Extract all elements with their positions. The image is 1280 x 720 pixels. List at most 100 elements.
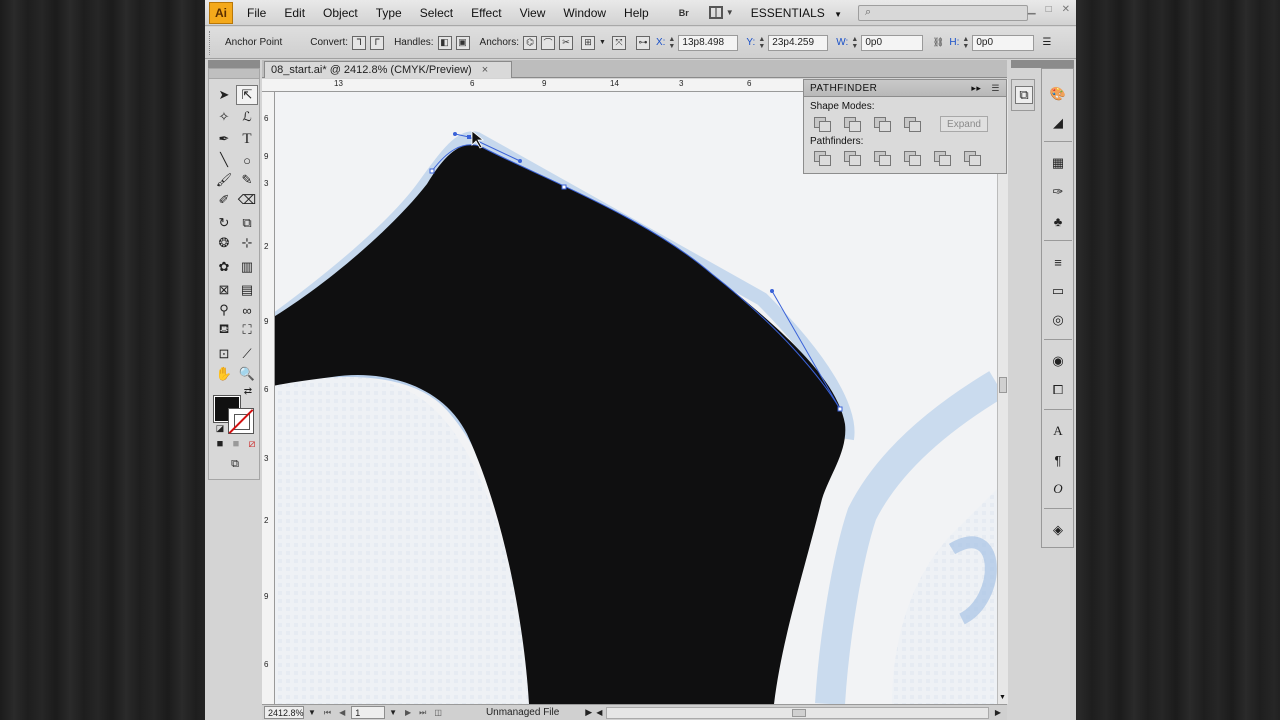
control-bar-menu-icon[interactable]: ☰ <box>1042 37 1051 48</box>
direction-handle[interactable] <box>518 159 522 163</box>
divide-icon[interactable] <box>814 151 831 166</box>
menu-file[interactable]: File <box>247 6 266 20</box>
transparency-panel-icon[interactable]: ◎ <box>1049 311 1067 329</box>
eraser-tool-icon[interactable]: ⌫ <box>236 190 258 210</box>
convert-to-smooth-icon[interactable]: ᒥ <box>370 35 385 50</box>
reference-point-icon[interactable]: ⊶ <box>635 35 650 50</box>
symbols-panel-icon[interactable]: ♣ <box>1049 212 1067 230</box>
isolate-icon[interactable]: ⊞ <box>581 35 595 50</box>
scroll-down-icon[interactable]: ▼ <box>999 694 1006 701</box>
symbol-sprayer-tool-icon[interactable]: ✿ <box>213 257 235 277</box>
lasso-tool-icon[interactable]: ℒ <box>236 107 258 127</box>
x-field[interactable]: 13p8.498 <box>678 34 739 51</box>
chevron-down-icon[interactable]: ▼ <box>389 708 397 717</box>
h-field[interactable]: 0p0 <box>972 34 1035 51</box>
link-icon[interactable]: ⛓ <box>931 36 945 50</box>
x-stepper[interactable]: ▲ ▼ <box>667 36 676 50</box>
w-stepper[interactable]: ▲ ▼ <box>850 36 859 50</box>
brushes-panel-icon[interactable]: ✑ <box>1049 183 1067 201</box>
stroke-panel-icon[interactable]: ≡ <box>1049 253 1067 271</box>
warp-tool-icon[interactable]: ❂ <box>213 233 235 253</box>
layers-panel-icon[interactable]: ◈ <box>1049 521 1067 539</box>
intersect-icon[interactable] <box>874 117 891 132</box>
stroke-swatch[interactable] <box>228 408 254 434</box>
reveal-icon[interactable]: ◫ <box>434 708 442 717</box>
anchor-point[interactable] <box>837 406 843 412</box>
expand-button[interactable]: Expand <box>940 116 988 132</box>
tools-panel-header[interactable] <box>208 60 260 68</box>
hide-handles-icon[interactable]: ▣ <box>455 35 470 50</box>
minus-back-icon[interactable] <box>964 151 981 166</box>
minimize-icon[interactable]: ▁ <box>1028 4 1036 15</box>
anchor-point[interactable] <box>429 168 435 174</box>
panel-menu-icon[interactable]: ☰ <box>991 83 1000 94</box>
go-to-bridge-button[interactable]: Br <box>671 4 697 22</box>
pencil-tool-icon[interactable]: ✎ <box>236 170 258 190</box>
graphic-styles-panel-icon[interactable]: ⧠ <box>1049 381 1067 399</box>
menu-help[interactable]: Help <box>624 6 649 20</box>
remove-anchor-icon[interactable]: ⌬ <box>523 35 537 50</box>
pen-tool-icon[interactable]: ✒ <box>213 129 235 149</box>
blend-tool-icon[interactable]: ∞ <box>236 300 258 320</box>
default-fill-stroke-icon[interactable]: ◪ <box>213 421 227 435</box>
workspace-switcher[interactable]: ESSENTIALS ▼ <box>751 6 842 20</box>
y-field[interactable]: 23p4.259 <box>768 34 829 51</box>
connect-anchors-icon[interactable]: ⌒ <box>541 35 555 50</box>
direction-handle[interactable] <box>453 132 457 136</box>
next-artboard-icon[interactable]: ▶ <box>405 708 411 717</box>
zoom-tool-icon[interactable]: 🔍 <box>236 364 258 384</box>
last-artboard-icon[interactable]: ⏭ <box>419 708 426 718</box>
scale-tool-icon[interactable]: ⧉ <box>236 213 258 233</box>
exclude-icon[interactable] <box>904 117 921 132</box>
scroll-right-icon[interactable]: ▶ <box>995 708 1001 717</box>
color-guide-panel-icon[interactable]: ◢ <box>1049 114 1067 132</box>
horizontal-scroll-thumb[interactable] <box>792 708 807 717</box>
mesh-tool-icon[interactable]: ⊠ <box>213 280 235 300</box>
column-graph-tool-icon[interactable]: ▥ <box>236 257 258 277</box>
convert-to-corner-icon[interactable]: ᒣ <box>352 35 367 50</box>
type-tool-icon[interactable]: T <box>236 129 258 149</box>
swatches-panel-icon[interactable]: ▦ <box>1049 154 1067 172</box>
right-dock-header[interactable] <box>1011 60 1074 68</box>
menu-object[interactable]: Object <box>323 6 358 20</box>
vertical-scroll-thumb[interactable] <box>999 377 1007 393</box>
live-paint-bucket-tool-icon[interactable]: ⛾ <box>213 320 235 340</box>
close-icon[interactable]: ✕ <box>1062 4 1070 15</box>
color-panel-icon[interactable]: 🎨 <box>1049 85 1067 103</box>
hand-tool-icon[interactable]: ✋ <box>213 364 235 384</box>
color-mode-icon[interactable]: ■ <box>213 437 227 451</box>
first-artboard-icon[interactable]: ⏮ <box>324 708 331 718</box>
help-search-input[interactable]: ⌕ <box>858 4 1029 21</box>
none-mode-icon[interactable]: ⧄ <box>245 437 259 451</box>
direction-handle[interactable] <box>770 289 774 293</box>
magic-wand-tool-icon[interactable]: ✧ <box>213 107 235 127</box>
menu-select[interactable]: Select <box>420 6 453 20</box>
status-menu-icon[interactable]: ▶ <box>585 707 592 718</box>
collapse-icon[interactable]: ▸▸ <box>971 83 981 94</box>
previous-artboard-icon[interactable]: ◀ <box>339 708 345 717</box>
scroll-left-icon[interactable]: ◀ <box>596 708 602 717</box>
blob-brush-tool-icon[interactable]: ✐ <box>213 190 235 210</box>
show-handles-icon[interactable]: ◧ <box>437 35 452 50</box>
merge-icon[interactable] <box>874 151 891 166</box>
minus-front-icon[interactable] <box>844 117 861 132</box>
selection-tool-icon[interactable]: ➤ <box>213 85 235 105</box>
vertical-ruler[interactable]: 6 9 3 2 9 6 3 2 9 6 <box>262 92 275 704</box>
menu-type[interactable]: Type <box>376 6 402 20</box>
document-tab[interactable]: 08_start.ai* @ 2412.8% (CMYK/Preview) × <box>264 61 512 78</box>
chevron-down-icon[interactable]: ▼ <box>308 708 316 717</box>
y-stepper[interactable]: ▲ ▼ <box>757 36 766 50</box>
gradient-mode-icon[interactable]: ■ <box>229 437 243 451</box>
control-bar-grip[interactable] <box>209 30 215 55</box>
artboard-tool-icon[interactable]: ⊡ <box>213 344 235 364</box>
unite-icon[interactable] <box>814 117 831 132</box>
paintbrush-tool-icon[interactable]: 🖌 <box>213 170 235 190</box>
gradient-panel-icon[interactable]: ▭ <box>1049 282 1067 300</box>
appearance-panel-icon[interactable]: ◉ <box>1049 352 1067 370</box>
w-field[interactable]: 0p0 <box>861 34 924 51</box>
h-stepper[interactable]: ▲ ▼ <box>961 36 970 50</box>
pathfinder-panel-icon[interactable]: ⧉ <box>1015 86 1033 104</box>
tools-panel-grip[interactable] <box>209 69 259 79</box>
artboard-field[interactable]: 1 <box>351 706 386 719</box>
arrange-documents-button[interactable]: ▼ <box>708 4 739 22</box>
